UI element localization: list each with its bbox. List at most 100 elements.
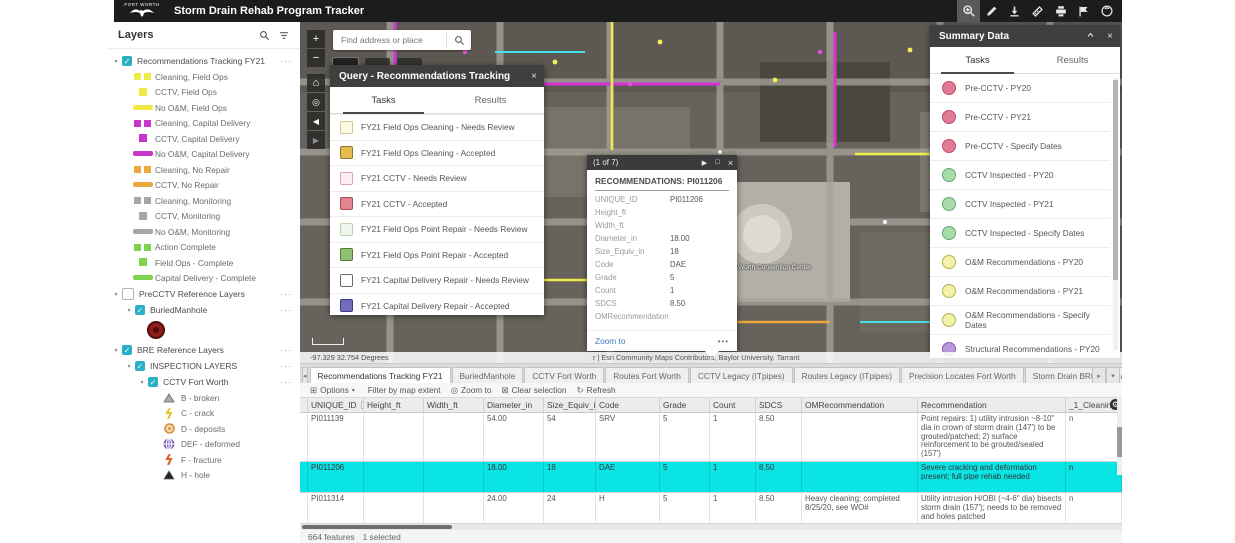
query-tab-tasks[interactable]: Tasks	[330, 87, 437, 113]
next-extent-button[interactable]: ▶	[307, 131, 325, 149]
bookmark-tool[interactable]	[1072, 0, 1095, 22]
layer-row[interactable]: ▾✓BuriedManhole···	[108, 302, 300, 318]
query-task-item[interactable]: FY21 Capital Delivery Repair - Accepted	[330, 293, 544, 319]
filter-by-extent-button[interactable]: Filter by map extent	[368, 385, 441, 395]
query-task-item[interactable]: FY21 Field Ops Cleaning - Accepted	[330, 140, 544, 166]
print-tool[interactable]	[1049, 0, 1072, 22]
column-header[interactable]: Recommendation	[918, 398, 1066, 412]
table-tab[interactable]: Precision Locates Fort Worth	[901, 367, 1024, 383]
layer-more-icon[interactable]: ···	[280, 377, 292, 387]
query-task-item[interactable]: FY21 CCTV - Needs Review	[330, 165, 544, 191]
column-header[interactable]: Size_Equiv_in	[544, 398, 596, 412]
search-input[interactable]	[339, 34, 446, 46]
summary-task-item[interactable]: Pre-CCTV - PY20	[930, 74, 1110, 103]
query-tool[interactable]	[957, 0, 980, 22]
layer-row[interactable]: ▾✓CCTV Fort Worth···	[108, 374, 300, 390]
table-tab[interactable]: BuriedManhole	[452, 367, 524, 383]
table-tab[interactable]: Recommendations Tracking FY21	[310, 367, 451, 383]
summary-task-item[interactable]: CCTV Inspected - PY20	[930, 161, 1110, 190]
caret-icon[interactable]: ▾	[112, 58, 120, 65]
layer-row[interactable]: ▾✓Recommendations Tracking FY21···	[108, 53, 300, 69]
previous-extent-button[interactable]: ◀	[307, 112, 325, 130]
summary-task-item[interactable]: O&M Recommendations - PY20	[930, 248, 1110, 277]
summary-tab-tasks[interactable]: Tasks	[930, 47, 1025, 73]
query-task-item[interactable]: FY21 Field Ops Cleaning - Needs Review	[330, 114, 544, 140]
edit-tool[interactable]	[980, 0, 1003, 22]
zoom-in-button[interactable]: +	[307, 30, 325, 48]
table-vertical-scrollbar[interactable]	[1117, 397, 1122, 475]
column-header[interactable]: Height_ft	[364, 398, 424, 412]
query-task-item[interactable]: FY21 Field Ops Point Repair - Needs Revi…	[330, 216, 544, 242]
column-header[interactable]: Width_ft	[424, 398, 484, 412]
summary-task-item[interactable]: Pre-CCTV - PY21	[930, 103, 1110, 132]
table-horizontal-scrollbar[interactable]	[300, 524, 1122, 530]
layer-checkbox[interactable]: ✓	[135, 361, 145, 371]
summary-tab-results[interactable]: Results	[1025, 47, 1120, 73]
layer-checkbox[interactable]: ✓	[122, 345, 132, 355]
query-task-item[interactable]: FY21 CCTV - Accepted	[330, 191, 544, 217]
caret-icon[interactable]: ▾	[125, 363, 133, 370]
layer-more-icon[interactable]: ···	[280, 305, 292, 315]
query-tab-results[interactable]: Results	[437, 87, 544, 113]
query-task-item[interactable]: FY21 Field Ops Point Repair - Accepted	[330, 242, 544, 268]
summary-task-item[interactable]: O&M Recommendations - Specify Dates	[930, 306, 1110, 335]
caret-icon[interactable]: ▾	[138, 379, 146, 386]
layer-checkbox[interactable]	[122, 288, 134, 300]
locate-button[interactable]: ◎	[307, 93, 325, 111]
column-header[interactable]: Count	[710, 398, 756, 412]
zoom-out-button[interactable]: −	[307, 49, 325, 67]
home-button[interactable]: ⌂	[307, 74, 325, 92]
table-row[interactable]: PI01131424.0024H518.50Heavy cleaning; co…	[300, 493, 1122, 524]
summary-task-item[interactable]: O&M Recommendations - PY21	[930, 277, 1110, 306]
layer-more-icon[interactable]: ···	[280, 289, 292, 299]
popup-maximize-icon[interactable]: □	[711, 159, 724, 166]
layer-row[interactable]: ▾✓INSPECTION LAYERS···	[108, 358, 300, 374]
clear-selection-button[interactable]: ⊠Clear selection	[501, 385, 566, 396]
layer-more-icon[interactable]: ···	[280, 56, 292, 66]
summary-task-item[interactable]: Pre-CCTV - Specify Dates	[930, 132, 1110, 161]
add-data-tool[interactable]	[1003, 0, 1026, 22]
column-header[interactable]: OMRecommendation	[802, 398, 918, 412]
layer-search-icon[interactable]	[254, 30, 274, 41]
caret-icon[interactable]: ▾	[112, 291, 120, 298]
layer-checkbox[interactable]: ✓	[122, 56, 132, 66]
summary-task-item[interactable]: CCTV Inspected - Specify Dates	[930, 219, 1110, 248]
layer-row[interactable]: ▾PreCCTV Reference Layers···	[108, 286, 300, 302]
column-header[interactable]: SDCS	[756, 398, 802, 412]
summary-scrollbar[interactable]	[1113, 78, 1118, 350]
search-icon[interactable]	[447, 35, 471, 46]
pan-tool[interactable]	[1095, 0, 1118, 22]
tabs-menu-icon[interactable]: ▾	[1106, 367, 1120, 383]
layer-row[interactable]: ▾✓BRE Reference Layers···	[108, 342, 300, 358]
table-row[interactable]: PI01120618.0018DAE518.50Severe cracking …	[300, 462, 1122, 493]
column-header[interactable]: Grade	[660, 398, 710, 412]
table-tab[interactable]: CCTV Legacy (ITpipes)	[690, 367, 793, 383]
caret-icon[interactable]: ▾	[125, 307, 133, 314]
layer-more-icon[interactable]: ···	[280, 345, 292, 355]
popup-close-icon[interactable]: ×	[724, 158, 737, 168]
measure-tool[interactable]	[1026, 0, 1049, 22]
popup-more-icon[interactable]: •••	[718, 337, 729, 346]
table-tab[interactable]: CCTV Fort Worth	[524, 367, 604, 383]
caret-icon[interactable]: ▾	[112, 347, 120, 354]
summary-close-icon[interactable]: ×	[1100, 31, 1120, 42]
table-tab[interactable]: Routes Legacy (ITpipes)	[794, 367, 900, 383]
column-header[interactable]: UNIQUE_ID▲	[308, 398, 364, 412]
refresh-button[interactable]: ↻Refresh	[576, 385, 615, 396]
tabs-scroll-right-icon[interactable]: ▸	[1092, 367, 1106, 383]
layer-checkbox[interactable]: ✓	[148, 377, 158, 387]
options-menu[interactable]: ⊞Options▾	[310, 385, 358, 396]
map-canvas[interactable]: Fort Worth Convention Center + − ⌂ ◎ ◀ ▶	[300, 22, 1122, 363]
zoom-to-link[interactable]: Zoom to	[595, 336, 718, 346]
query-close-icon[interactable]: ×	[524, 71, 544, 82]
zoom-to-button[interactable]: ◎Zoom to	[451, 385, 492, 396]
table-tab[interactable]: Routes Fort Worth	[605, 367, 689, 383]
layer-filter-icon[interactable]	[274, 30, 294, 41]
layer-more-icon[interactable]: ···	[280, 361, 292, 371]
popup-next-icon[interactable]: ▶	[698, 159, 711, 167]
summary-task-item[interactable]: CCTV Inspected - PY21	[930, 190, 1110, 219]
table-row[interactable]: PI01113954.0054SRV518.50Point repairs: 1…	[300, 413, 1122, 462]
column-header[interactable]: Diameter_in	[484, 398, 544, 412]
tabs-scroll-left-icon[interactable]: ◂	[302, 367, 308, 383]
summary-collapse-icon[interactable]	[1080, 31, 1100, 42]
